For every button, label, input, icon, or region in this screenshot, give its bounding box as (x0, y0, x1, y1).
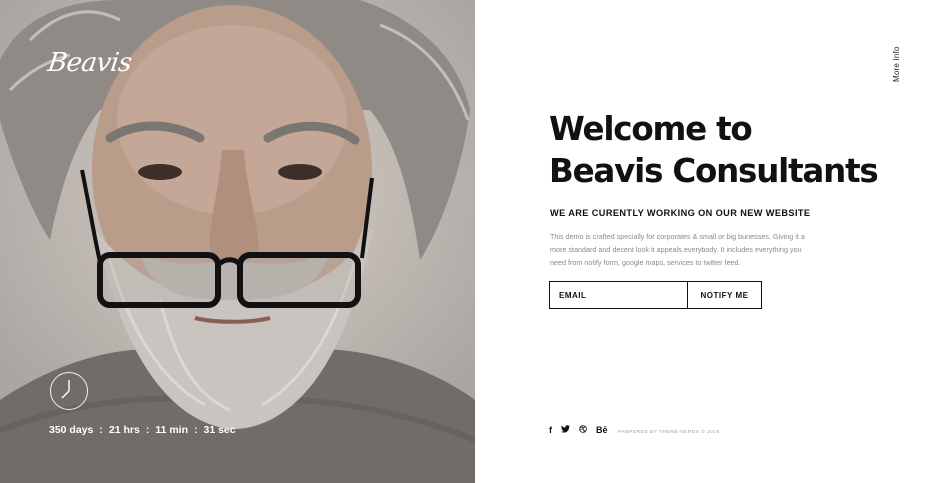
more-info-label[interactable]: More Info (892, 46, 901, 82)
page-subtitle: WE ARE CURENTLY WORKING ON OUR NEW WEBSI… (550, 208, 811, 218)
title-line-1: Welcome to (549, 110, 753, 148)
notify-form: NOTIFY ME (549, 281, 762, 309)
clock-icon (50, 372, 88, 410)
countdown-seconds: 31 sec (203, 424, 236, 436)
countdown-days: 350 days (49, 424, 94, 436)
brand-logo[interactable]: Beavis (46, 48, 134, 78)
countdown-separator: : (194, 424, 198, 436)
dribbble-icon[interactable] (579, 425, 587, 435)
twitter-icon[interactable] (561, 425, 570, 435)
behance-icon[interactable]: Bē (596, 425, 608, 435)
footer-credits: PAMPERED BY THEME-NERDS © 2016 (618, 429, 720, 434)
page-description: This demo is crafted specially for corpo… (550, 232, 805, 267)
notify-button[interactable]: NOTIFY ME (688, 282, 761, 308)
countdown-hours: 21 hrs (108, 424, 140, 436)
email-input[interactable] (550, 282, 688, 308)
title-line-2: Beavis Consultants (549, 152, 879, 190)
countdown-separator: : (145, 424, 150, 436)
countdown-minutes: 11 min (155, 424, 188, 436)
page-title: Welcome to Beavis Consultants (549, 108, 879, 192)
countdown-timer: 350 days : 21 hrs : 11 min : 31 sec (49, 424, 236, 436)
countdown-separator: : (99, 424, 103, 436)
social-links: f Bē (549, 425, 608, 435)
more-info-link[interactable]: More Info (885, 46, 909, 88)
facebook-icon[interactable]: f (549, 425, 552, 435)
hero-panel: Beavis 350 days : 21 hrs : 11 min : 31 s… (0, 0, 475, 483)
